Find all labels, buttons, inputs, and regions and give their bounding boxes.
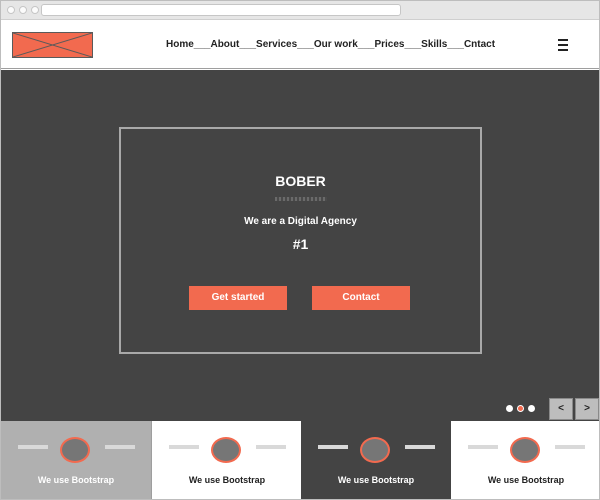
features-strip: We use Bootstrap We use Bootstrap We use… (1, 421, 599, 499)
feature-bar-right (256, 445, 286, 449)
main-navigation[interactable]: Home___About___Services___Our work___Pri… (166, 39, 495, 50)
feature-card[interactable]: We use Bootstrap (1, 421, 151, 499)
feature-bar-left (318, 445, 348, 449)
window-close-dot[interactable] (7, 6, 15, 14)
feature-label: We use Bootstrap (188, 475, 266, 485)
feature-circle-icon (60, 437, 90, 463)
hero-rank: #1 (292, 236, 309, 252)
logo-placeholder-image-icon[interactable] (12, 32, 93, 58)
browser-toolbar (1, 1, 599, 20)
feature-circle-icon (510, 437, 540, 463)
feature-bar-left (468, 445, 498, 449)
feature-bar-left (169, 445, 199, 449)
hero-title: BOBER (275, 173, 326, 189)
feature-bar-left (18, 445, 48, 449)
hero-frame: BOBER We are a Digital Agency #1 Get sta… (119, 127, 482, 354)
feature-label: We use Bootstrap (487, 475, 565, 485)
slider-dot-1[interactable] (506, 405, 513, 412)
slider-next-button[interactable]: > (575, 398, 599, 420)
logo-cross-icon (13, 33, 92, 57)
slider-prev-button[interactable]: < (549, 398, 573, 420)
slider-dot-2-active[interactable] (517, 405, 524, 412)
feature-card[interactable]: We use Bootstrap (451, 421, 599, 499)
site-header: Home___About___Services___Our work___Pri… (1, 21, 599, 69)
hero-section: BOBER We are a Digital Agency #1 Get sta… (1, 70, 599, 421)
title-underline-decoration (275, 197, 327, 201)
hamburger-menu-icon[interactable] (558, 39, 568, 51)
feature-circle-icon (211, 437, 241, 463)
hero-subtitle: We are a Digital Agency (244, 216, 357, 227)
contact-button[interactable]: Contact (312, 286, 410, 310)
get-started-button[interactable]: Get started (189, 286, 287, 310)
feature-bar-right (405, 445, 435, 449)
address-bar[interactable] (41, 4, 401, 16)
slider-dot-3[interactable] (528, 405, 535, 412)
feature-card[interactable]: We use Bootstrap (301, 421, 451, 499)
feature-bar-right (105, 445, 135, 449)
feature-bar-right (555, 445, 585, 449)
window-maximize-dot[interactable] (31, 6, 39, 14)
feature-label: We use Bootstrap (337, 475, 415, 485)
window-minimize-dot[interactable] (19, 6, 27, 14)
feature-card[interactable]: We use Bootstrap (151, 421, 301, 499)
browser-window: Home___About___Services___Our work___Pri… (0, 0, 600, 500)
feature-label: We use Bootstrap (37, 475, 115, 485)
feature-circle-icon (360, 437, 390, 463)
